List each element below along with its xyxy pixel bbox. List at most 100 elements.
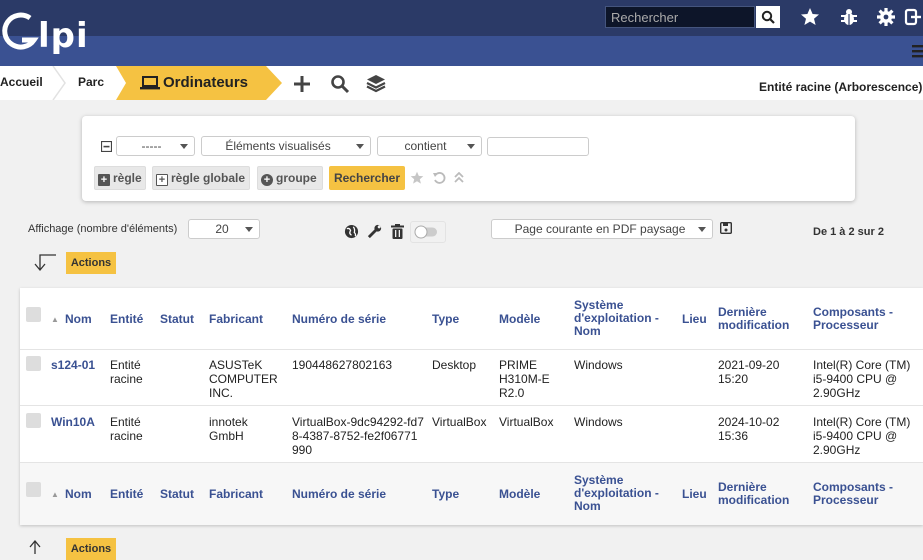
chevron-down-icon: [356, 144, 364, 149]
mass-actions-button-top[interactable]: Actions: [66, 252, 116, 274]
column-header-lieu[interactable]: Lieu: [682, 313, 707, 326]
debug-button[interactable]: [838, 6, 860, 28]
add-rule-label: règle: [113, 171, 142, 185]
gear-icon: [877, 8, 895, 26]
breadcrumb-home-link[interactable]: Accueil: [0, 66, 43, 100]
mass-actions-button-bottom[interactable]: Actions: [66, 538, 116, 560]
chevron-down-icon: [467, 144, 475, 149]
add-global-rule-button[interactable]: + règle globale: [152, 166, 250, 190]
logout-button[interactable]: [902, 6, 923, 28]
floppy-save-icon[interactable]: [720, 222, 732, 234]
cell-model: VirtualBox: [499, 415, 554, 429]
column-header-os[interactable]: Système d'exploitation - Nom: [574, 299, 674, 338]
search-icon: [761, 10, 775, 24]
row-checkbox[interactable]: [26, 413, 41, 428]
footer-header-derniere-modification[interactable]: Dernière modification: [718, 481, 798, 507]
search-criteria-panel: ----- Éléments visualisés contient + règl…: [82, 116, 855, 201]
computer-name-link[interactable]: s124-01: [51, 358, 96, 372]
wrench-icon[interactable]: [367, 224, 382, 239]
pagination-info: De 1 à 2 sur 2: [813, 226, 884, 238]
save-search-star-icon[interactable]: [410, 171, 424, 185]
search-list-icon[interactable]: [330, 74, 350, 94]
cell-entity: Entité racine: [110, 415, 143, 443]
plus-square-icon: +: [98, 174, 110, 186]
laptop-icon: [140, 76, 160, 90]
cell-modified: 2021-09-20 15:20: [718, 358, 780, 386]
footer-header-statut[interactable]: Statut: [160, 488, 194, 501]
trash-icon[interactable]: [391, 224, 404, 239]
favorites-button[interactable]: [799, 6, 821, 28]
export-format-value: Page courante en PDF paysage: [514, 222, 686, 236]
add-icon[interactable]: [292, 74, 312, 94]
arrow-up-icon: [29, 540, 41, 554]
star-icon: [801, 8, 819, 25]
footer-header-lieu[interactable]: Lieu: [682, 488, 707, 501]
select-all-checkbox[interactable]: [26, 307, 41, 322]
criteria-value-input[interactable]: [487, 137, 589, 156]
cell-serial: VirtualBox-9dc94292-fd78-4387-8752-fe2f0…: [292, 415, 424, 457]
breadcrumb-current-label[interactable]: Ordinateurs: [163, 66, 248, 100]
column-header-fabricant[interactable]: Fabricant: [209, 313, 263, 326]
cell-modified: 2024-10-02 15:36: [718, 415, 780, 443]
display-count-select[interactable]: 20: [188, 219, 260, 239]
column-header-processeur[interactable]: Composants - Processeur: [813, 306, 918, 332]
export-format-select[interactable]: Page courante en PDF paysage: [491, 219, 713, 239]
toggle-switch[interactable]: [414, 225, 438, 239]
operator-select[interactable]: contient: [377, 136, 482, 156]
footer-header-os[interactable]: Système d'exploitation - Nom: [574, 474, 674, 513]
globe-icon[interactable]: [344, 224, 359, 239]
collapse-criteria-icon[interactable]: [101, 141, 112, 152]
footer-header-type[interactable]: Type: [432, 488, 459, 501]
display-count-label: Affichage (nombre d'éléments): [28, 223, 178, 235]
footer-header-modele[interactable]: Modèle: [499, 488, 540, 501]
add-group-button[interactable]: + groupe: [257, 166, 323, 190]
display-select[interactable]: Éléments visualisés: [201, 136, 371, 156]
footer-header-entite[interactable]: Entité: [110, 488, 143, 501]
entity-selector[interactable]: Entité racine (Arborescence): [759, 80, 922, 94]
deleted-items-toggle-box[interactable]: [410, 221, 446, 243]
column-header-derniere-modification[interactable]: Dernière modification: [718, 306, 798, 332]
row-divider: [20, 349, 923, 350]
top-navbar: [0, 0, 923, 36]
cell-processor: Intel(R) Core (TM) i5-9400 CPU @ 2.90GHz: [813, 415, 911, 457]
select-all-checkbox-footer[interactable]: [26, 482, 41, 497]
sort-asc-icon: ▲: [51, 490, 59, 499]
add-group-label: groupe: [276, 171, 317, 185]
column-header-modele[interactable]: Modèle: [499, 313, 540, 326]
layers-icon[interactable]: [366, 73, 386, 93]
column-header-nom[interactable]: Nom: [65, 313, 92, 326]
display-count-value: 20: [215, 222, 229, 236]
add-rule-button[interactable]: + règle: [94, 166, 146, 190]
global-search-input[interactable]: Rechercher: [605, 6, 755, 28]
field-select[interactable]: -----: [116, 136, 195, 156]
footer-header-processeur[interactable]: Composants - Processeur: [813, 481, 918, 507]
row-checkbox[interactable]: [26, 356, 41, 371]
column-header-numero-serie[interactable]: Numéro de série: [292, 313, 386, 326]
cell-entity: Entité racine: [110, 358, 143, 386]
column-header-entite[interactable]: Entité: [110, 313, 143, 326]
sub-navbar: [0, 36, 923, 66]
cell-processor: Intel(R) Core (TM) i5-9400 CPU @ 2.90GHz: [813, 358, 911, 400]
fold-search-icon[interactable]: [454, 172, 464, 184]
column-header-type[interactable]: Type: [432, 313, 459, 326]
breadcrumb-parc-link[interactable]: Parc: [78, 66, 104, 100]
field-select-value: -----: [141, 139, 162, 153]
footer-header-fabricant[interactable]: Fabricant: [209, 488, 263, 501]
chevron-down-icon: [698, 227, 706, 232]
cell-model: PRIME H310M-E R2.0: [499, 358, 550, 400]
global-search-button[interactable]: [756, 6, 780, 28]
operator-select-value: contient: [404, 139, 447, 153]
menu-toggle-button[interactable]: [912, 42, 923, 60]
settings-button[interactable]: [875, 6, 897, 28]
bug-icon: [841, 9, 857, 25]
footer-header-nom[interactable]: Nom: [65, 488, 92, 501]
row-divider: [20, 405, 923, 406]
computer-name-link[interactable]: Win10A: [51, 415, 106, 429]
display-select-value: Éléments visualisés: [225, 139, 331, 153]
footer-header-numero-serie[interactable]: Numéro de série: [292, 488, 386, 501]
sort-asc-icon: ▲: [51, 315, 59, 324]
reset-search-icon[interactable]: [432, 171, 446, 185]
glpi-logo[interactable]: lpi: [0, 8, 90, 58]
search-submit-button[interactable]: Rechercher: [329, 166, 405, 190]
column-header-statut[interactable]: Statut: [160, 313, 194, 326]
